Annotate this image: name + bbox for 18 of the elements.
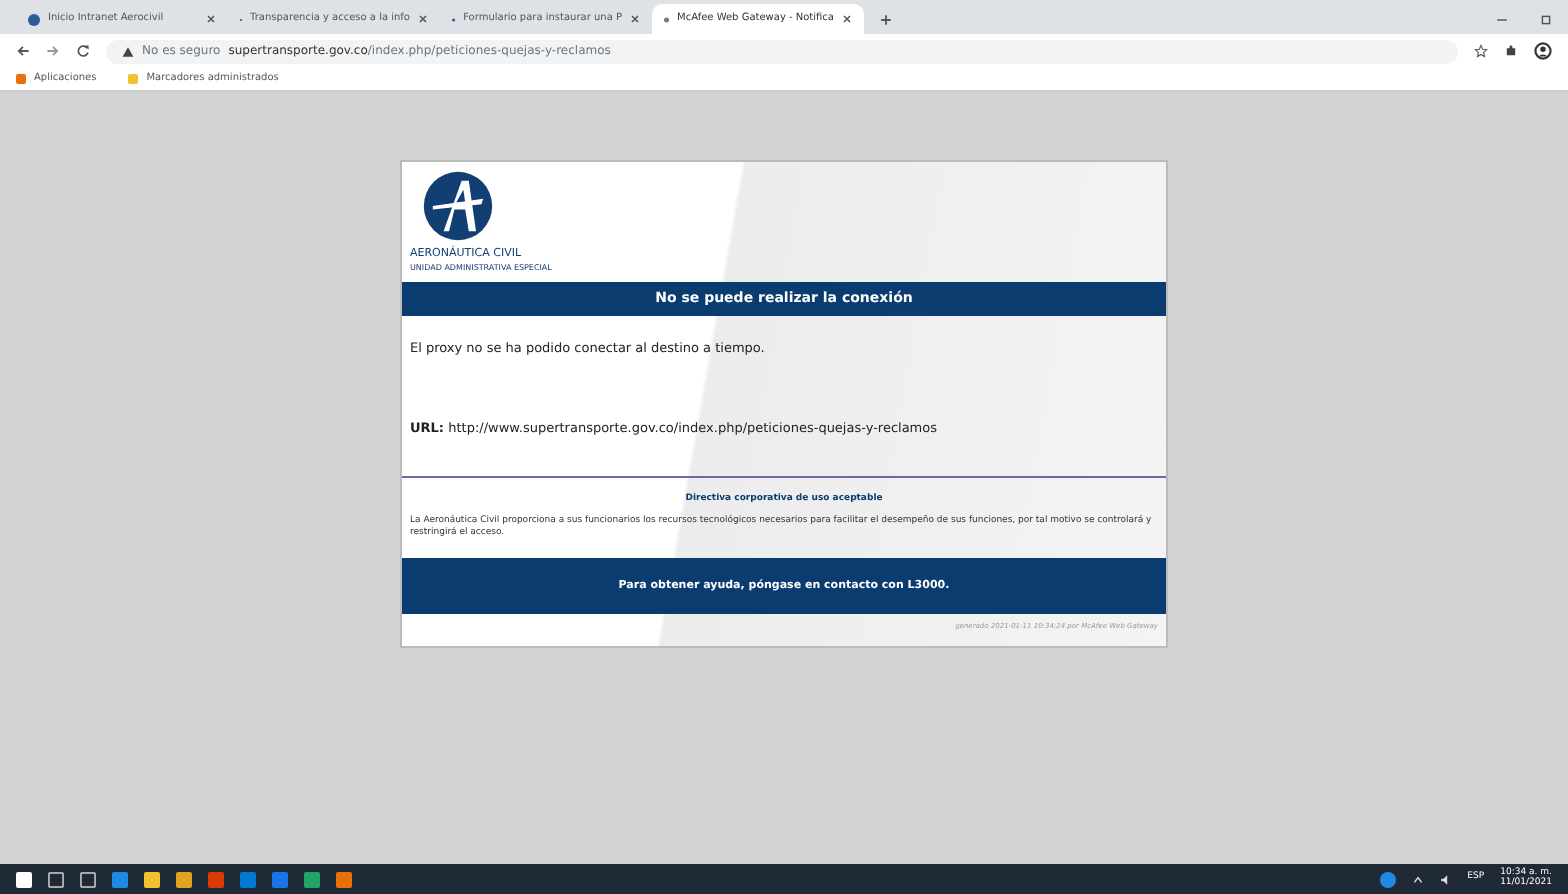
minimize-icon[interactable] [1496, 14, 1508, 26]
star-icon[interactable] [1474, 44, 1488, 58]
close-icon[interactable] [842, 14, 852, 24]
speaker-icon[interactable] [1439, 873, 1452, 885]
plus-icon[interactable] [880, 14, 892, 26]
logo-icon [422, 170, 494, 242]
close-icon[interactable] [206, 14, 216, 24]
restore-icon[interactable] [1540, 14, 1552, 26]
back-icon[interactable] [16, 44, 30, 58]
forward-icon[interactable] [46, 44, 60, 58]
windows-icon[interactable] [16, 871, 32, 887]
profile-icon[interactable] [1534, 42, 1552, 60]
warning-icon [122, 45, 134, 57]
chevron-icon[interactable] [1411, 873, 1424, 885]
close-icon[interactable] [630, 14, 640, 24]
close-icon[interactable] [418, 14, 428, 24]
puzzle-icon[interactable] [1504, 44, 1518, 58]
reload-icon[interactable] [76, 44, 90, 58]
